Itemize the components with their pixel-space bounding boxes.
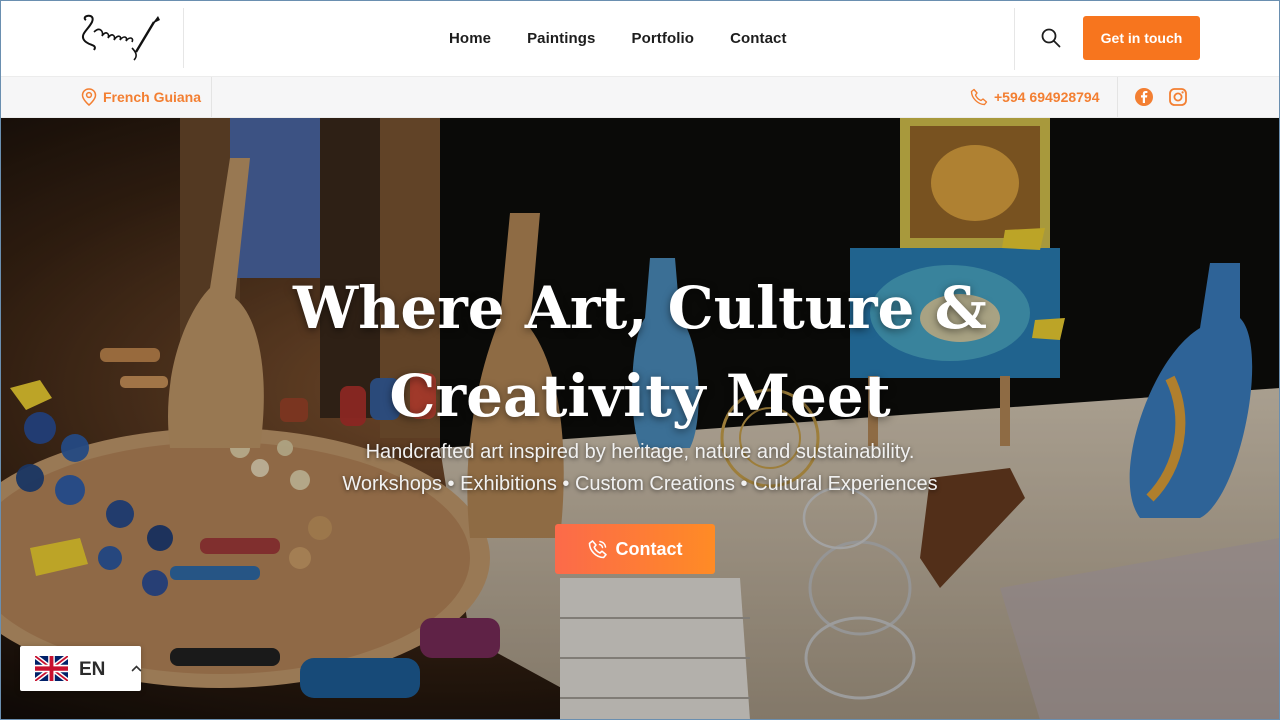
facebook-icon[interactable]: [1134, 87, 1154, 107]
language-code: EN: [79, 659, 106, 680]
hero-contact-label: Contact: [615, 538, 683, 559]
site-logo[interactable]: [76, 8, 184, 68]
search-icon[interactable]: [1040, 27, 1062, 49]
location-info: French Guiana: [81, 88, 201, 106]
phone-call-icon: [588, 540, 607, 559]
get-in-touch-button[interactable]: Get in touch: [1083, 16, 1200, 60]
main-nav: Home Paintings Portfolio Contact: [449, 30, 823, 47]
hero-title-line-1: Where Art, Culture &: [293, 274, 987, 342]
hero-subtitle-line-2: Workshops • Exhibitions • Custom Creatio…: [342, 473, 938, 495]
location-text: French Guiana: [103, 89, 202, 105]
language-switcher[interactable]: EN: [20, 646, 142, 691]
hero-section: Where Art, Culture & Creativity Meet Han…: [0, 118, 1280, 720]
nav-portfolio[interactable]: Portfolio: [632, 30, 695, 47]
nav-paintings[interactable]: Paintings: [527, 30, 595, 47]
uk-flag-icon: [35, 656, 68, 681]
hero-title-line-2: Creativity Meet: [389, 362, 891, 430]
logo-signature-icon: [82, 14, 160, 61]
hero-title: Where Art, Culture & Creativity Meet: [240, 264, 1040, 440]
hero-subtitle-line-1: Handcrafted art inspired by heritage, na…: [365, 441, 915, 463]
info-bar: French Guiana +594 694928794: [0, 77, 1280, 118]
instagram-icon[interactable]: [1168, 87, 1188, 107]
nav-contact[interactable]: Contact: [730, 30, 787, 47]
hero-contact-button[interactable]: Contact: [555, 524, 715, 574]
map-pin-icon: [81, 88, 97, 106]
infobar-divider: [211, 77, 212, 117]
phone-icon: [970, 88, 988, 106]
infobar-divider-2: [1117, 77, 1118, 117]
phone-number: +594 694928794: [994, 89, 1100, 105]
nav-home[interactable]: Home: [449, 30, 491, 47]
site-header: Home Paintings Portfolio Contact Get in …: [0, 0, 1280, 77]
hero-subtitle: Handcrafted art inspired by heritage, na…: [240, 436, 1040, 500]
chevron-up-icon: [131, 665, 142, 672]
header-divider: [1014, 8, 1015, 70]
phone-link[interactable]: +594 694928794: [970, 88, 1100, 106]
